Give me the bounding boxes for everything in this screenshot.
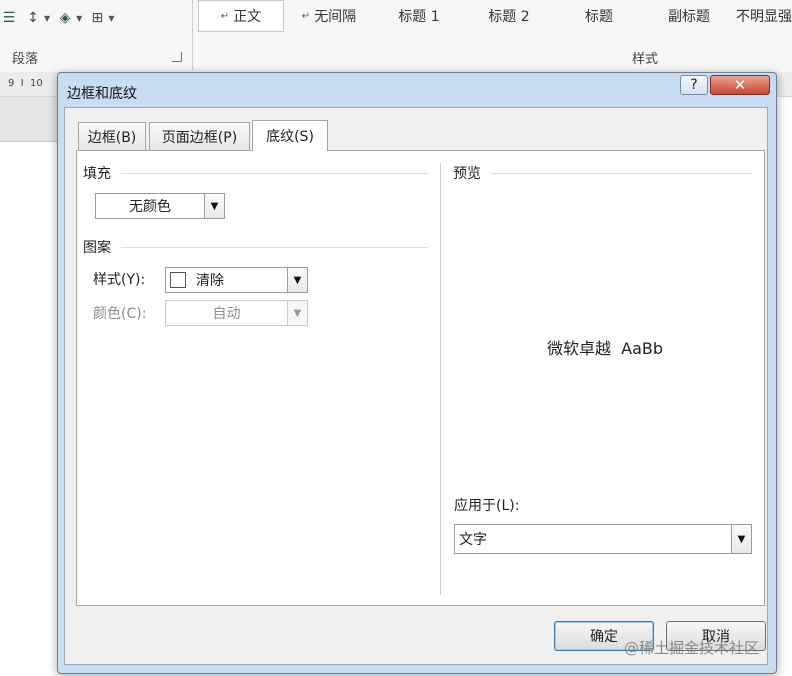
- preview-heading: 预览: [453, 166, 481, 182]
- apply-to-value: 文字: [459, 532, 487, 548]
- fill-color-value: 无颜色: [129, 199, 171, 215]
- dialog-title: 边框和底纹: [67, 86, 137, 102]
- pattern-style-dropdown[interactable]: 清除 ▼: [165, 267, 308, 293]
- divider: [491, 172, 753, 174]
- chevron-down-icon[interactable]: ▼: [204, 194, 224, 218]
- help-button[interactable]: ?: [680, 75, 708, 95]
- chevron-down-icon[interactable]: ▼: [108, 14, 114, 23]
- ruler-numbers: 9 I 10: [8, 78, 43, 89]
- paragraph-group-label: 段落: [12, 52, 39, 67]
- pattern-style-label: 样式(Y):: [93, 272, 146, 288]
- style-no-spacing[interactable]: ↵ 无间隔: [284, 0, 374, 32]
- chevron-down-icon[interactable]: ▼: [731, 525, 751, 553]
- borders-icon[interactable]: ⊞: [88, 9, 106, 27]
- ribbon: ☰ ↕ ▼ ◈ ▼ ⊞ ▼ 段落 ↵ 正文 ↵ 无间隔 标题 1 标题 2 标题 副…: [0, 0, 792, 73]
- tab-shading[interactable]: 底纹(S): [252, 120, 328, 151]
- apply-to-dropdown[interactable]: 文字 ▼: [454, 524, 752, 554]
- pattern-swatch: [170, 272, 186, 288]
- style-subtle-emphasis[interactable]: 不明显强: [734, 0, 792, 32]
- watermark: @稀土掘金技术社区: [624, 639, 760, 657]
- fill-color-dropdown[interactable]: 无颜色 ▼: [95, 193, 225, 219]
- dialog-client-area: 边框(B) 页面边框(P) 底纹(S) 填充 无颜色 ▼ 图案 样式(Y): 清…: [64, 107, 768, 665]
- divider: [121, 172, 428, 174]
- styles-gallery: ↵ 正文 ↵ 无间隔 标题 1 标题 2 标题 副标题 不明显强: [198, 0, 792, 34]
- borders-and-shading-dialog: 边框和底纹 ? ✕ 边框(B) 页面边框(P) 底纹(S) 填充 无颜色 ▼ 图…: [57, 72, 777, 674]
- fill-heading: 填充: [83, 166, 111, 182]
- chevron-down-icon[interactable]: ▼: [287, 301, 307, 325]
- chevron-down-icon[interactable]: ▼: [76, 14, 82, 23]
- style-heading-1[interactable]: 标题 1: [374, 0, 464, 32]
- close-icon: ✕: [733, 76, 747, 94]
- style-subtitle[interactable]: 副标题: [644, 0, 734, 32]
- shading-icon[interactable]: ◈: [56, 9, 74, 27]
- style-normal[interactable]: ↵ 正文: [198, 0, 284, 32]
- style-title[interactable]: 标题: [554, 0, 644, 32]
- pattern-color-dropdown[interactable]: 自动 ▼: [165, 300, 308, 326]
- divider: [121, 246, 428, 248]
- pattern-style-value: 清除: [196, 273, 224, 289]
- line-spacing-icon[interactable]: ↕: [24, 9, 42, 27]
- shading-panel: 填充 无颜色 ▼ 图案 样式(Y): 清除 ▼ 颜色(C): 自动 ▼ 预览 微…: [76, 150, 765, 606]
- tab-borders[interactable]: 边框(B): [78, 122, 146, 150]
- styles-group-label: 样式: [632, 52, 659, 67]
- dialog-launcher-icon[interactable]: [172, 52, 182, 62]
- preview-sample-text: 微软卓越 AaBb: [547, 339, 664, 358]
- chevron-down-icon[interactable]: ▼: [287, 268, 307, 292]
- help-icon: ?: [690, 77, 698, 93]
- preview-section: 预览: [453, 163, 753, 183]
- vertical-divider: [440, 163, 441, 595]
- pattern-color-label: 颜色(C):: [93, 306, 147, 322]
- chevron-down-icon[interactable]: ▼: [44, 14, 50, 23]
- document-margin: [0, 97, 58, 142]
- pattern-color-value: 自动: [212, 306, 241, 322]
- paragraph-tools: ☰ ↕ ▼ ◈ ▼ ⊞ ▼: [0, 6, 115, 30]
- apply-to-label: 应用于(L):: [454, 498, 520, 514]
- align-justify-icon[interactable]: ☰: [0, 9, 18, 27]
- tab-page-border[interactable]: 页面边框(P): [149, 122, 250, 150]
- style-heading-2[interactable]: 标题 2: [464, 0, 554, 32]
- pattern-section: 图案: [83, 237, 428, 257]
- close-button[interactable]: ✕: [710, 75, 770, 95]
- pattern-heading: 图案: [83, 240, 111, 256]
- group-separator: [192, 0, 193, 70]
- fill-section: 填充: [83, 163, 428, 183]
